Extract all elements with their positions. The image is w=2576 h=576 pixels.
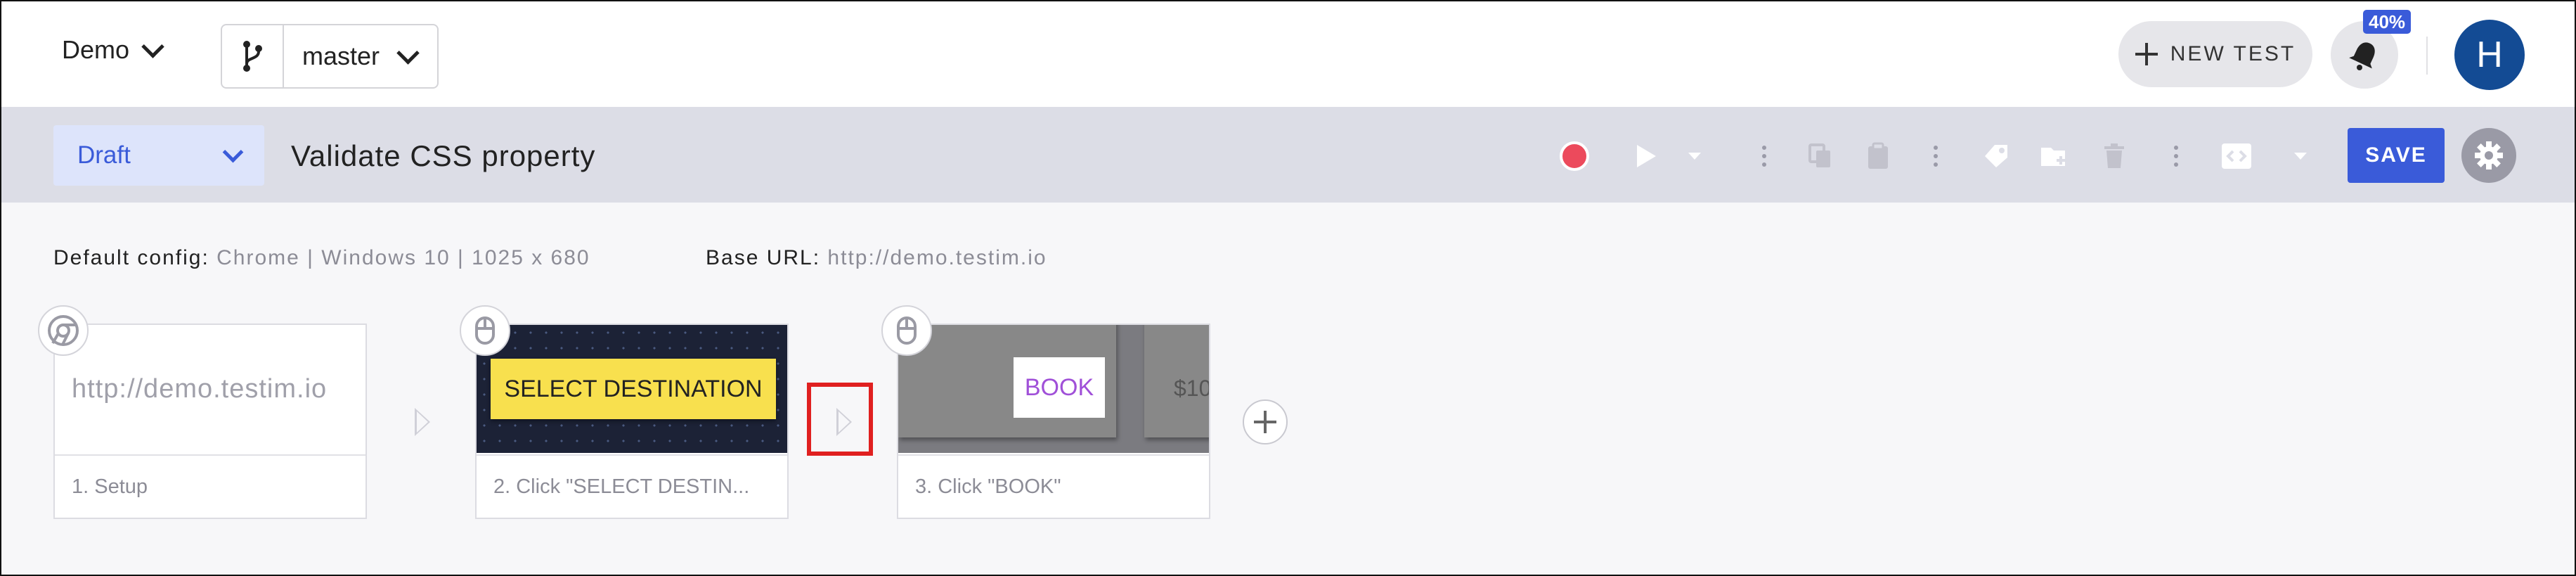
step-thumbnail: http://demo.testim.io bbox=[55, 325, 365, 453]
more-vertical-icon bbox=[1934, 146, 1938, 167]
base-url: Base URL: http://demo.testim.io bbox=[706, 246, 1047, 270]
highlighted-insert-point bbox=[807, 383, 873, 456]
code-button[interactable] bbox=[2220, 135, 2253, 177]
gear-icon bbox=[2475, 141, 2503, 169]
add-step-arrow[interactable] bbox=[415, 408, 430, 436]
select-destination-preview: SELECT DESTINATION bbox=[491, 359, 776, 419]
clipboard-icon bbox=[1868, 142, 1888, 169]
plus-icon bbox=[2135, 43, 2158, 65]
new-test-label: NEW TEST bbox=[2170, 42, 2296, 65]
notification-badge: 40% bbox=[2363, 10, 2412, 34]
copy-icon bbox=[1808, 143, 1830, 167]
add-step-button[interactable] bbox=[1243, 399, 1288, 444]
base-url-value[interactable]: http://demo.testim.io bbox=[827, 246, 1047, 269]
run-button[interactable] bbox=[1631, 135, 1662, 177]
more-menu[interactable] bbox=[1757, 135, 1771, 177]
setup-url: http://demo.testim.io bbox=[72, 373, 328, 404]
delete-button[interactable] bbox=[2100, 135, 2128, 177]
step-thumbnail: BOOK $10 bbox=[898, 325, 1209, 453]
mouse-icon bbox=[881, 305, 932, 356]
more-menu-2[interactable] bbox=[1929, 135, 1943, 177]
divider bbox=[2426, 37, 2428, 75]
config-value[interactable]: Chrome | Windows 10 | 1025 x 680 bbox=[216, 246, 590, 269]
mouse-icon bbox=[460, 305, 510, 356]
book-button-preview: BOOK bbox=[1014, 357, 1105, 418]
folder-add-icon bbox=[2041, 148, 2065, 166]
project-name: Demo bbox=[62, 35, 130, 64]
status-dropdown[interactable]: Draft bbox=[53, 125, 264, 186]
trash-icon bbox=[2104, 143, 2124, 168]
project-selector[interactable]: Demo bbox=[62, 34, 164, 65]
step-label: 2. Click "SELECT DESTIN... bbox=[477, 454, 787, 518]
top-bar: Demo master NEW TEST 40% H bbox=[1, 1, 2575, 107]
new-test-button[interactable]: NEW TEST bbox=[2118, 21, 2312, 87]
price-preview: $10 bbox=[1174, 376, 1209, 401]
chevron-down-icon bbox=[141, 34, 164, 58]
bell-icon bbox=[2349, 42, 2375, 70]
play-icon bbox=[1637, 145, 1656, 167]
record-icon bbox=[1560, 141, 1589, 171]
paste-button[interactable] bbox=[1863, 135, 1894, 177]
chevron-down-icon bbox=[396, 41, 420, 65]
more-vertical-icon bbox=[1762, 146, 1766, 167]
branch-selector[interactable]: master bbox=[221, 24, 439, 89]
status-label: Draft bbox=[77, 141, 131, 169]
label-button[interactable] bbox=[1981, 135, 2012, 177]
chevron-down-icon bbox=[222, 141, 244, 162]
branch-name: master bbox=[302, 41, 380, 70]
step-thumbnail: SELECT DESTINATION bbox=[477, 325, 787, 453]
copy-button[interactable] bbox=[1805, 135, 1836, 177]
default-config: Default config: Chrome | Windows 10 | 10… bbox=[53, 246, 590, 270]
settings-button[interactable] bbox=[2461, 128, 2516, 183]
run-options-dropdown[interactable] bbox=[1684, 135, 1705, 177]
add-to-folder-button[interactable] bbox=[2038, 135, 2071, 177]
tag-icon bbox=[1985, 145, 2007, 167]
save-button[interactable]: SAVE bbox=[2348, 128, 2445, 183]
avatar[interactable]: H bbox=[2454, 20, 2525, 90]
caret-down-icon bbox=[2294, 153, 2307, 160]
code-options-dropdown[interactable] bbox=[2290, 135, 2311, 177]
config-label: Default config: bbox=[53, 246, 209, 269]
step-card-setup[interactable]: http://demo.testim.io 1. Setup bbox=[53, 324, 367, 519]
step-label: 1. Setup bbox=[55, 454, 365, 518]
caret-down-icon bbox=[1688, 153, 1701, 160]
test-name[interactable]: Validate CSS property bbox=[291, 139, 595, 173]
step-card-click-select-destination[interactable]: SELECT DESTINATION 2. Click "SELECT DEST… bbox=[475, 324, 789, 519]
step-label: 3. Click "BOOK" bbox=[898, 454, 1209, 518]
git-branch-icon bbox=[222, 25, 284, 87]
code-icon bbox=[2222, 143, 2251, 169]
base-url-label: Base URL: bbox=[706, 246, 821, 269]
step-card-click-book[interactable]: BOOK $10 3. Click "BOOK" bbox=[897, 324, 1210, 519]
more-menu-3[interactable] bbox=[2169, 135, 2183, 177]
plus-icon bbox=[1254, 411, 1276, 433]
record-button[interactable] bbox=[1555, 135, 1594, 177]
more-vertical-icon bbox=[2174, 146, 2178, 167]
test-toolbar: Draft Validate CSS property SAVE bbox=[1, 107, 2575, 203]
chrome-icon bbox=[38, 305, 89, 356]
